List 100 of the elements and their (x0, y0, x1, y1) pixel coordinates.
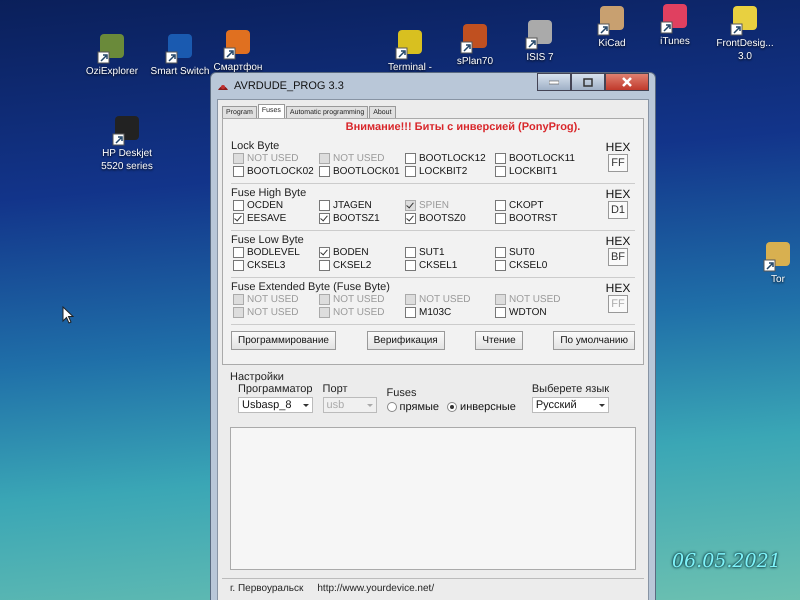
checkbox-label: SUT1 (419, 247, 445, 258)
action-button[interactable]: По умолчанию (553, 331, 635, 350)
icon-label[interactable]: 5520 series (101, 161, 153, 172)
checkbox-label: NOT USED (509, 294, 560, 305)
checkbox-label: BODEN (333, 247, 369, 258)
action-button[interactable]: Программирование (231, 331, 336, 350)
checkbox-label: BOOTLOCK02 (247, 166, 314, 177)
checkbox[interactable] (319, 166, 330, 177)
checkbox[interactable] (495, 153, 506, 164)
checkbox-label: SPIEN (419, 200, 450, 211)
checkbox-label: WDTON (509, 307, 547, 318)
checkbox[interactable] (405, 307, 416, 318)
checkbox[interactable] (233, 166, 244, 177)
checkbox[interactable] (233, 260, 244, 271)
dropdown[interactable]: Русский (532, 397, 610, 413)
checkbox-label: CKOPT (509, 200, 544, 211)
checkbox[interactable] (405, 213, 416, 224)
checkbox[interactable] (405, 166, 416, 177)
radio-button[interactable]: прямые (386, 401, 440, 413)
checkbox-label: LOCKBIT1 (509, 166, 558, 177)
close-button[interactable] (605, 73, 649, 91)
hex-label: HEX (606, 187, 630, 201)
field-label: Программатор (238, 383, 313, 395)
caret-icon (599, 404, 606, 406)
icon-label[interactable]: OziExplorer (86, 66, 138, 77)
checkbox-label: JTAGEN (333, 200, 372, 211)
checkbox[interactable] (319, 213, 330, 224)
caret-icon (366, 404, 373, 406)
maximize-button[interactable] (571, 73, 605, 91)
checkbox-label: NOT USED (419, 294, 470, 305)
field-label: Выберете язык (532, 383, 610, 395)
group-title: Lock Byte (231, 140, 280, 152)
action-button[interactable]: Верификация (366, 331, 445, 350)
hex-label: HEX (606, 281, 630, 295)
action-button[interactable]: Чтение (475, 331, 523, 350)
checkbox-label: CKSEL2 (333, 260, 372, 271)
checkbox-label: NOT USED (247, 294, 298, 305)
checkbox[interactable] (495, 166, 506, 177)
hex-value-field: BF (608, 248, 628, 266)
status-text: г. Первоуральск (230, 583, 304, 594)
checkbox-label: SUT0 (509, 247, 535, 258)
checkbox-label: BOOTLOCK11 (509, 153, 575, 164)
icon-label[interactable]: KiCad (598, 38, 626, 49)
checkbox-label: BOOTRST (509, 213, 558, 224)
checkbox[interactable] (495, 307, 506, 318)
checkbox[interactable] (405, 247, 416, 258)
icon-label[interactable]: sPlan70 (456, 56, 494, 67)
checkbox[interactable] (233, 213, 244, 224)
checkbox[interactable] (405, 260, 416, 271)
section-title: Настройки (230, 371, 285, 383)
website-link[interactable]: http://www.yourdevice.net/ (317, 583, 434, 594)
minimize-icon (549, 78, 559, 86)
minimize-button[interactable] (537, 73, 571, 91)
checkbox-label: BOOTLOCK01 (333, 166, 400, 177)
icon-label[interactable]: FrontDesig... (716, 38, 774, 49)
field-label: Fuses (386, 387, 418, 399)
checkbox[interactable] (495, 213, 506, 224)
maximize-icon (583, 78, 593, 86)
checkbox[interactable] (495, 260, 506, 271)
dropdown: usb (322, 397, 377, 413)
hex-value-field: FF (608, 154, 628, 172)
checkbox-label: OCDEN (247, 200, 284, 211)
hex-label: HEX (606, 140, 630, 154)
window-title: AVRDUDE_PROG 3.3 (234, 80, 344, 92)
icon-label[interactable]: Smart Switch (150, 66, 210, 77)
checkbox[interactable] (319, 260, 330, 271)
checkbox-label: NOT USED (247, 307, 298, 318)
icon-label[interactable]: 3.0 (738, 51, 752, 62)
warning-text: Внимание!!! Биты с инверсией (PonyProg). (346, 121, 580, 133)
checkbox-label: BOOTSZ1 (333, 213, 380, 224)
hex-value-field: FF (608, 295, 628, 313)
checkbox[interactable] (233, 247, 244, 258)
checkbox-label: NOT USED (333, 294, 384, 305)
close-icon (622, 77, 632, 87)
checkbox[interactable] (405, 153, 416, 164)
checkbox-label: CKSEL0 (509, 260, 548, 271)
checkbox-label: NOT USED (333, 153, 384, 164)
checkbox-label: NOT USED (247, 153, 298, 164)
checkbox[interactable] (495, 247, 506, 258)
checkbox-label: NOT USED (333, 307, 384, 318)
icon-label[interactable]: HP Deskjet (102, 148, 152, 159)
field-label: Порт (322, 383, 348, 395)
icon-label[interactable]: Tor (771, 274, 785, 285)
checkbox[interactable] (319, 200, 330, 211)
checkbox-label: EESAVE (247, 213, 286, 224)
icon-label[interactable]: Terminal - (388, 62, 432, 73)
icon-label[interactable]: Смартфон (214, 62, 262, 73)
checkbox[interactable] (495, 200, 506, 211)
hex-label: HEX (606, 234, 630, 248)
icon-label[interactable]: iTunes (660, 36, 690, 47)
checkbox-label: BOOTLOCK12 (419, 153, 486, 164)
mouse-pointer-icon (62, 306, 74, 324)
checkbox[interactable] (233, 200, 244, 211)
radio-button[interactable]: инверсные (447, 401, 516, 413)
dropdown[interactable]: Usbasp_8 (238, 397, 313, 413)
group-title: Fuse Low Byte (231, 234, 305, 246)
checkbox-label: CKSEL3 (247, 260, 286, 271)
hex-value-field: D1 (608, 201, 628, 219)
icon-label[interactable]: ISIS 7 (526, 52, 554, 63)
checkbox[interactable] (319, 247, 330, 258)
